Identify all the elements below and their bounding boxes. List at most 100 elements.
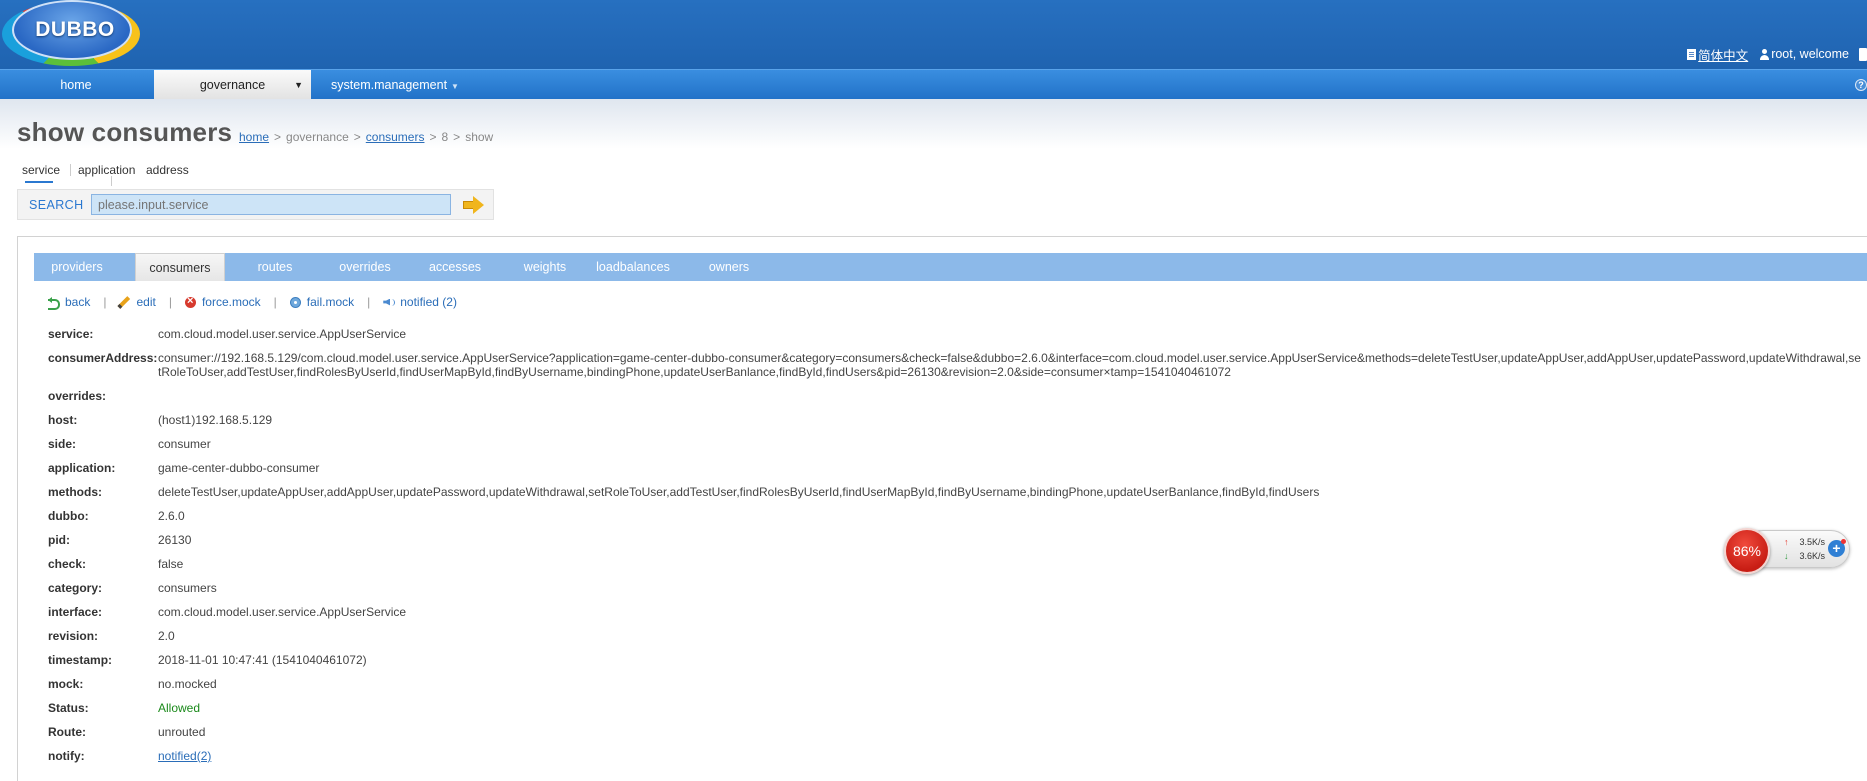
detail-row-notify: notify: notified(2) <box>48 749 1867 773</box>
search-type-address[interactable]: address <box>146 163 189 177</box>
top-banner: DUBBO 简体中文 root, welcome <box>0 0 1867 69</box>
pencil-icon <box>117 294 133 310</box>
download-speed: ↓ 3.6K/s <box>1784 551 1825 561</box>
search-input[interactable] <box>91 194 451 215</box>
detail-row-methods: methods: deleteTestUser,updateAppUser,ad… <box>48 485 1867 509</box>
detail-value: false <box>158 557 184 571</box>
detail-value: com.cloud.model.user.service.AppUserServ… <box>158 605 407 619</box>
detail-value: game-center-dubbo-consumer <box>158 461 320 475</box>
document-icon <box>1687 48 1697 60</box>
detail-row-dubbo: dubbo: 2.6.0 <box>48 509 1867 533</box>
help-icon[interactable]: ? <box>1855 79 1867 91</box>
fail-mock-label: fail.mock <box>306 295 355 309</box>
back-button[interactable]: back <box>48 295 91 310</box>
search-type-divider <box>70 164 71 176</box>
status-value: Allowed <box>158 701 201 715</box>
user-area: 简体中文 root, welcome <box>1687 45 1867 64</box>
breadcrumb-governance: governance <box>286 130 349 144</box>
action-separator: | <box>367 295 371 309</box>
search-type-divider <box>111 176 112 186</box>
detail-value: consumer <box>158 437 211 451</box>
plus-icon[interactable]: + <box>1828 539 1846 557</box>
search-label: SEARCH <box>29 198 84 212</box>
detail-value: 2018-11-01 10:47:41 (1541040461072) <box>158 653 367 667</box>
action-separator: | <box>103 295 107 309</box>
detail-row-status: Status: Allowed <box>48 701 1867 725</box>
detail-value: consumers <box>158 581 217 595</box>
tab-accesses[interactable]: accesses <box>410 253 500 281</box>
detail-row-timestamp: timestamp: 2018-11-01 10:47:41 (15410404… <box>48 653 1867 677</box>
force-mock-icon <box>184 295 196 308</box>
welcome-text: root, welcome <box>1771 47 1849 61</box>
network-speed-widget[interactable]: 86% ↑ 3.5K/s ↓ 3.6K/s + <box>1724 528 1851 574</box>
back-label: back <box>65 295 91 309</box>
breadcrumb-home[interactable]: home <box>239 130 269 144</box>
search-go-button[interactable] <box>463 195 485 215</box>
detail-value: com.cloud.model.user.service.AppUserServ… <box>158 327 407 341</box>
nav-home-label: home <box>60 78 92 92</box>
fail-mock-icon <box>289 296 301 308</box>
detail-label: methods: <box>48 485 102 499</box>
detail-label: Status: <box>48 701 89 715</box>
search-type-application[interactable]: application <box>78 163 135 177</box>
breadcrumb: home > governance > consumers > 8 > show <box>239 130 493 144</box>
edit-button[interactable]: edit <box>119 295 155 309</box>
detail-label: Route: <box>48 725 86 739</box>
consumer-details: service: com.cloud.model.user.service.Ap… <box>48 327 1867 773</box>
detail-label: service: <box>48 327 94 341</box>
nav-governance[interactable]: governance ▼ <box>154 70 311 100</box>
language-label: 简体中文 <box>1698 48 1749 63</box>
tab-owners[interactable]: owners <box>684 253 774 281</box>
breadcrumb-separator: > <box>353 130 361 144</box>
language-link[interactable]: 简体中文 <box>1687 45 1748 64</box>
fail-mock-button[interactable]: fail.mock <box>289 295 355 309</box>
cpu-usage-ball[interactable]: 86% <box>1724 528 1770 574</box>
dropdown-caret-icon: ▼ <box>294 80 303 90</box>
detail-label: application: <box>48 461 116 475</box>
force-mock-button[interactable]: force.mock <box>184 295 261 309</box>
tab-providers[interactable]: providers <box>34 253 120 281</box>
force-mock-label: force.mock <box>201 295 261 309</box>
detail-row-consumer-address: consumerAddress: consumer://192.168.5.12… <box>48 351 1867 389</box>
detail-label: host: <box>48 413 78 427</box>
detail-row-overrides: overrides: <box>48 389 1867 413</box>
upload-speed-value: 3.5K/s <box>1799 537 1826 547</box>
detail-label: timestamp: <box>48 653 113 667</box>
detail-value: unrouted <box>158 725 206 739</box>
detail-row-service: service: com.cloud.model.user.service.Ap… <box>48 327 1867 351</box>
user-icon <box>1760 48 1770 60</box>
nav-system-management-label: system.management <box>331 78 448 92</box>
page-title: show consumers <box>17 117 233 147</box>
notify-link[interactable]: notified(2) <box>158 749 211 763</box>
detail-label: category: <box>48 581 103 595</box>
nav-system-management[interactable]: system.management ▼ <box>330 70 460 100</box>
detail-value: no.mocked <box>158 677 217 691</box>
detail-row-check: check: false <box>48 557 1867 581</box>
breadcrumb-consumers[interactable]: consumers <box>366 130 425 144</box>
notified-button[interactable]: notified (2) <box>383 295 457 309</box>
download-speed-value: 3.6K/s <box>1799 551 1826 561</box>
tab-loadbalances[interactable]: loadbalances <box>582 253 684 281</box>
detail-row-mock: mock: no.mocked <box>48 677 1867 701</box>
detail-value: deleteTestUser,updateAppUser,addAppUser,… <box>158 485 1320 499</box>
upload-arrow-icon: ↑ <box>1784 537 1789 547</box>
action-separator: | <box>273 295 277 309</box>
nav-home[interactable]: home <box>0 70 152 100</box>
detail-row-route: Route: unrouted <box>48 725 1867 749</box>
dropdown-caret-icon: ▼ <box>451 82 459 91</box>
logout-icon[interactable] <box>1859 47 1867 61</box>
tab-consumers[interactable]: consumers <box>135 253 225 281</box>
detail-value: 2.0 <box>158 629 175 643</box>
tab-weights[interactable]: weights <box>500 253 590 281</box>
breadcrumb-id: 8 <box>441 130 449 144</box>
nav-governance-label: governance <box>199 78 266 92</box>
dubbo-logo[interactable]: DUBBO <box>2 0 140 66</box>
detail-row-pid: pid: 26130 <box>48 533 1867 557</box>
action-bar: back | edit | force.mock | fail.mock | n… <box>48 295 457 310</box>
action-separator: | <box>168 295 172 309</box>
detail-value: 26130 <box>158 533 192 547</box>
tab-routes[interactable]: routes <box>230 253 320 281</box>
search-type-service[interactable]: service <box>22 163 60 177</box>
detail-label: overrides: <box>48 389 107 403</box>
tab-overrides[interactable]: overrides <box>320 253 410 281</box>
